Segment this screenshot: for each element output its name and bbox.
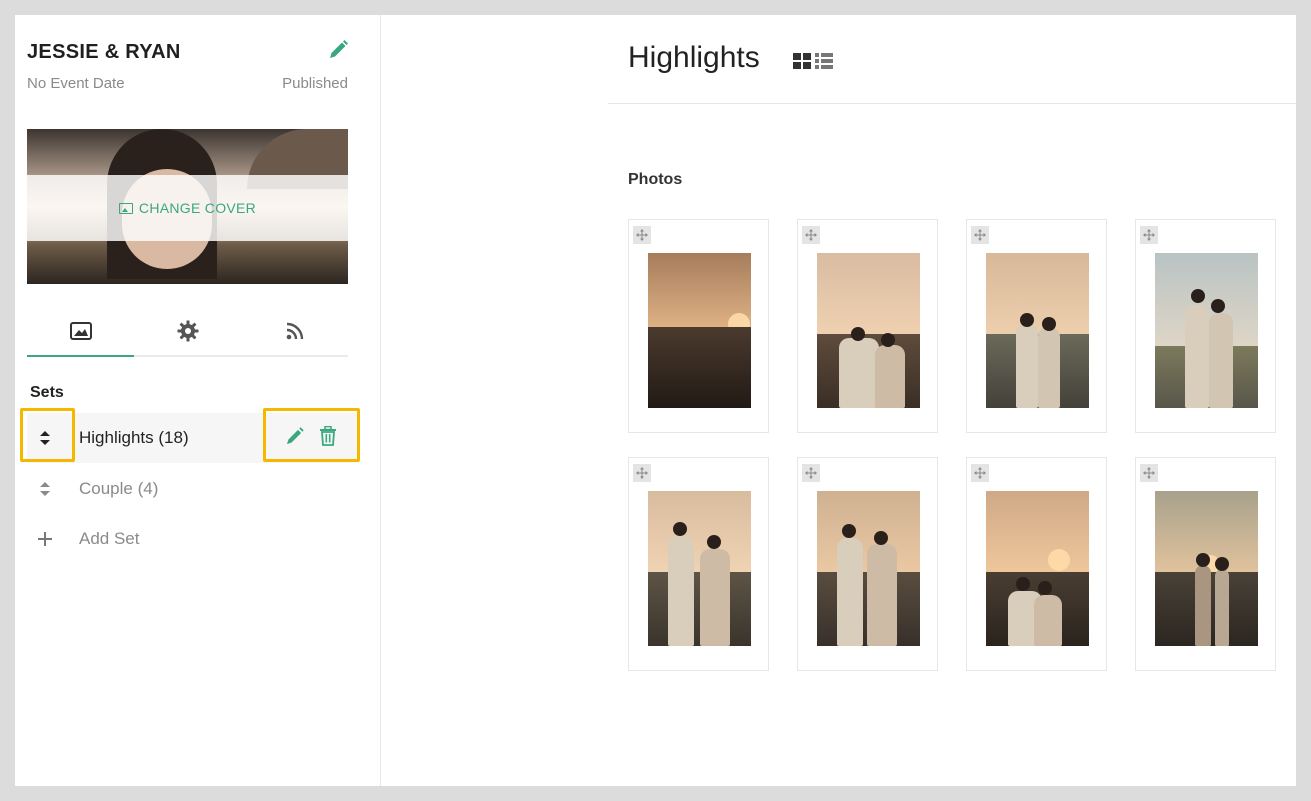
move-handle-icon[interactable] <box>802 464 820 482</box>
set-label: Highlights (18) <box>79 428 189 447</box>
photo-thumbnail <box>986 491 1089 646</box>
page-title: Highlights <box>628 41 760 74</box>
event-date: No Event Date <box>27 75 125 92</box>
photo-card[interactable] <box>628 219 769 433</box>
photo-card[interactable] <box>966 219 1107 433</box>
gear-icon <box>177 320 198 342</box>
move-handle-icon[interactable] <box>1140 464 1158 482</box>
cover-image: CHANGE COVER <box>27 129 348 284</box>
photo-card[interactable] <box>1135 457 1276 671</box>
move-handle-icon[interactable] <box>971 464 989 482</box>
photo-thumbnail <box>1155 491 1258 646</box>
move-handle-icon[interactable] <box>971 226 989 244</box>
set-item-couple[interactable]: Couple (4) <box>27 464 358 514</box>
plus-icon <box>27 532 63 546</box>
tab-settings[interactable] <box>134 307 241 355</box>
photo-thumbnail <box>817 491 920 646</box>
app-frame: JESSIE & RYAN No Event Date Published CH… <box>15 15 1296 786</box>
sets-heading: Sets <box>30 384 64 401</box>
photo-thumbnail <box>986 253 1089 408</box>
edit-set-pencil-icon[interactable] <box>285 426 305 451</box>
photo-thumbnail <box>817 253 920 408</box>
image-icon <box>118 202 133 214</box>
event-title: JESSIE & RYAN <box>27 41 181 63</box>
add-set-button[interactable]: Add Set <box>27 514 358 564</box>
delete-set-trash-icon[interactable] <box>319 425 337 451</box>
publish-status: Published <box>282 75 348 92</box>
move-handle-icon[interactable] <box>1140 226 1158 244</box>
tab-feed[interactable] <box>241 307 348 355</box>
photo-card[interactable] <box>628 457 769 671</box>
photo-thumbnail <box>648 491 751 646</box>
photo-card[interactable] <box>797 219 938 433</box>
set-actions <box>285 425 337 451</box>
set-label: Couple (4) <box>79 479 159 498</box>
view-toggle <box>793 53 833 74</box>
sidebar-tabs <box>27 307 348 357</box>
photo-card[interactable] <box>966 457 1107 671</box>
photo-thumbnail <box>648 253 751 408</box>
list-view-icon[interactable] <box>815 53 833 74</box>
image-icon <box>69 322 92 340</box>
highlight-box-sort <box>20 408 75 462</box>
photo-card[interactable] <box>797 457 938 671</box>
grid-view-icon[interactable] <box>793 53 811 74</box>
photo-card[interactable] <box>1135 219 1276 433</box>
sidebar: JESSIE & RYAN No Event Date Published CH… <box>15 15 381 786</box>
edit-event-pencil-icon[interactable] <box>327 39 349 61</box>
change-cover-label: CHANGE COVER <box>138 200 257 216</box>
tab-photos[interactable] <box>27 307 134 357</box>
change-cover-button[interactable]: CHANGE COVER <box>27 175 348 241</box>
add-set-label: Add Set <box>79 529 140 548</box>
photos-section-label: Photos <box>628 171 683 188</box>
rss-icon <box>286 322 303 340</box>
header-divider <box>608 103 1296 104</box>
move-handle-icon[interactable] <box>802 226 820 244</box>
sort-arrows-icon[interactable] <box>27 481 63 497</box>
photo-thumbnail <box>1155 253 1258 408</box>
move-handle-icon[interactable] <box>633 226 651 244</box>
move-handle-icon[interactable] <box>633 464 651 482</box>
